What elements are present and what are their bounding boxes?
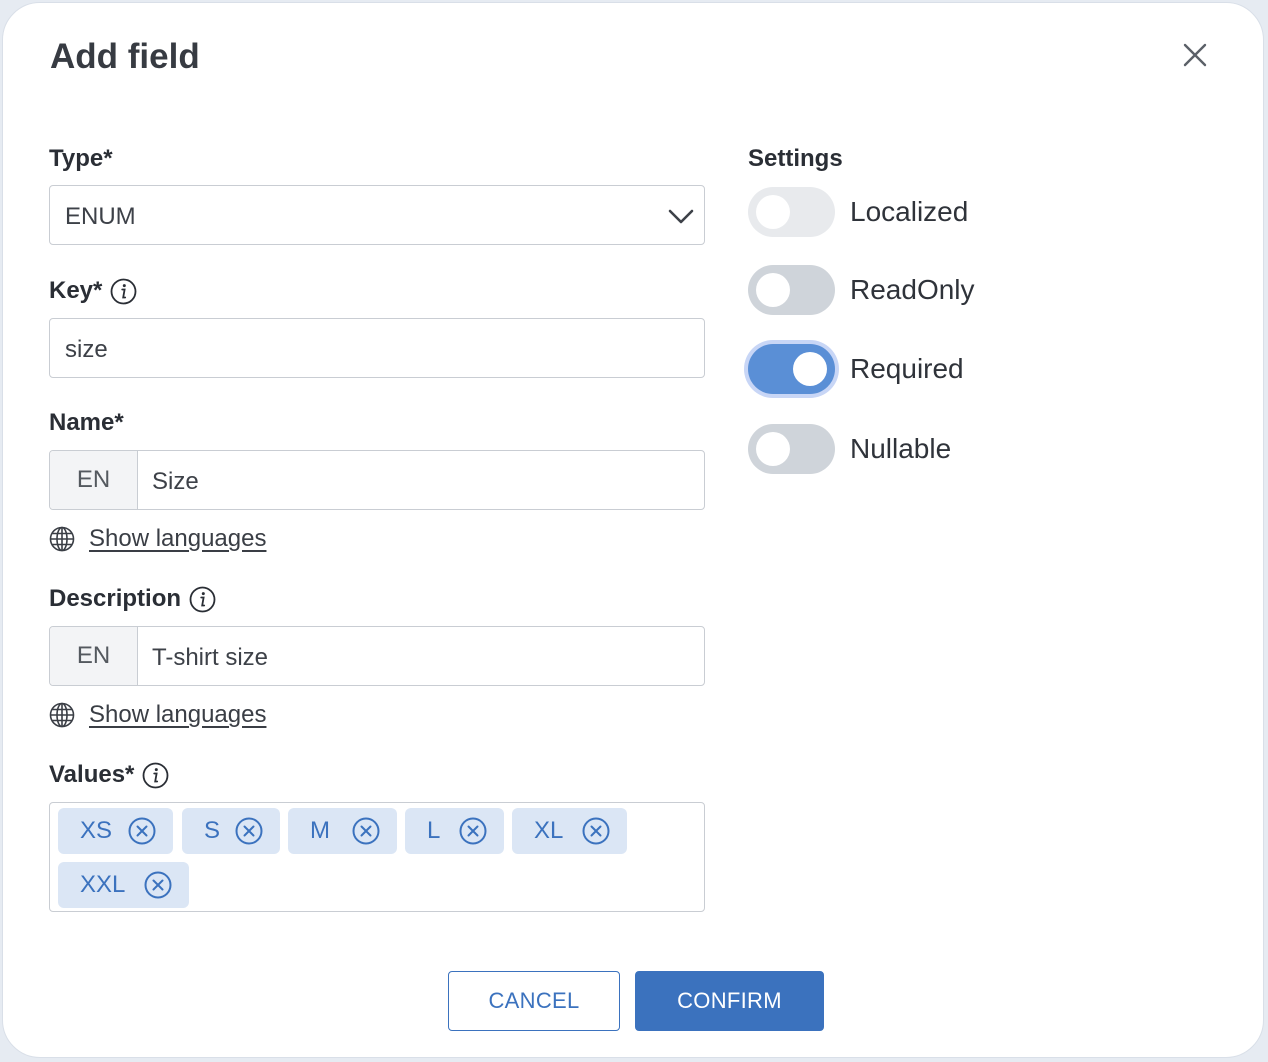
show-languages-text: Show languages (89, 701, 267, 728)
values-label: Values* (49, 761, 169, 789)
value-chip: S (182, 808, 280, 854)
value-chip: XS (58, 808, 173, 854)
toggle-knob (793, 352, 827, 386)
nullable-toggle[interactable] (748, 424, 835, 474)
nullable-label: Nullable (850, 433, 952, 464)
name-label: Name* (49, 409, 124, 436)
value-chip-label: S (204, 817, 221, 844)
value-chip-label: XXL (80, 871, 126, 898)
type-select[interactable]: ENUM (49, 185, 705, 245)
required-toggle[interactable] (748, 344, 835, 394)
value-chip-label: XL (534, 817, 564, 844)
description-show-languages-link[interactable]: Show languages (49, 701, 266, 729)
add-field-dialog: Add field Type* ENUM Key* size Name* EN … (2, 2, 1264, 1058)
description-label: Description (49, 585, 216, 613)
toggle-knob (756, 432, 790, 466)
toggle-knob (756, 195, 790, 229)
type-label: Type* (49, 145, 113, 172)
close-icon[interactable] (1179, 39, 1211, 71)
values-input[interactable]: XS S M L XL XXL (49, 802, 705, 912)
description-input[interactable]: EN T-shirt size (49, 626, 705, 686)
show-languages-text: Show languages (89, 525, 267, 552)
globe-icon (49, 526, 75, 552)
value-chip: L (405, 808, 504, 854)
localized-label: Localized (850, 196, 969, 227)
dialog-title: Add field (50, 37, 200, 76)
setting-readonly: ReadOnly (748, 265, 975, 315)
readonly-label: ReadOnly (850, 274, 975, 305)
value-chip: XL (512, 808, 627, 854)
key-input[interactable]: size (49, 318, 705, 378)
toggle-knob (756, 273, 790, 307)
value-chip: M (288, 808, 397, 854)
remove-circle-icon[interactable] (351, 816, 381, 846)
value-chip-label: M (310, 817, 330, 844)
name-show-languages-link[interactable]: Show languages (49, 525, 266, 553)
remove-circle-icon[interactable] (127, 816, 157, 846)
description-input-value: T-shirt size (152, 644, 269, 671)
value-chip-label: XS (80, 817, 113, 844)
key-input-value: size (65, 336, 108, 363)
name-input-value: Size (152, 468, 199, 495)
setting-nullable: Nullable (748, 424, 951, 474)
name-lang-prefix: EN (50, 451, 138, 509)
setting-localized: Localized (748, 187, 968, 237)
info-icon[interactable] (189, 586, 216, 613)
name-input[interactable]: EN Size (49, 450, 705, 510)
setting-required: Required (748, 344, 964, 394)
remove-circle-icon[interactable] (581, 816, 611, 846)
remove-circle-icon[interactable] (458, 816, 488, 846)
chevron-down-icon (668, 209, 694, 224)
cancel-button[interactable]: CANCEL (448, 971, 620, 1031)
key-label: Key* (49, 277, 137, 305)
globe-icon (49, 702, 75, 728)
description-lang-prefix: EN (50, 627, 138, 685)
required-label: Required (850, 353, 964, 384)
settings-title: Settings (748, 145, 843, 172)
readonly-toggle[interactable] (748, 265, 835, 315)
remove-circle-icon[interactable] (143, 870, 173, 900)
info-icon[interactable] (142, 762, 169, 789)
confirm-button[interactable]: CONFIRM (635, 971, 824, 1031)
value-chip: XXL (58, 862, 189, 908)
localized-toggle[interactable] (748, 187, 835, 237)
value-chip-label: L (427, 817, 441, 844)
type-select-value: ENUM (65, 203, 136, 230)
remove-circle-icon[interactable] (234, 816, 264, 846)
info-icon[interactable] (110, 278, 137, 305)
